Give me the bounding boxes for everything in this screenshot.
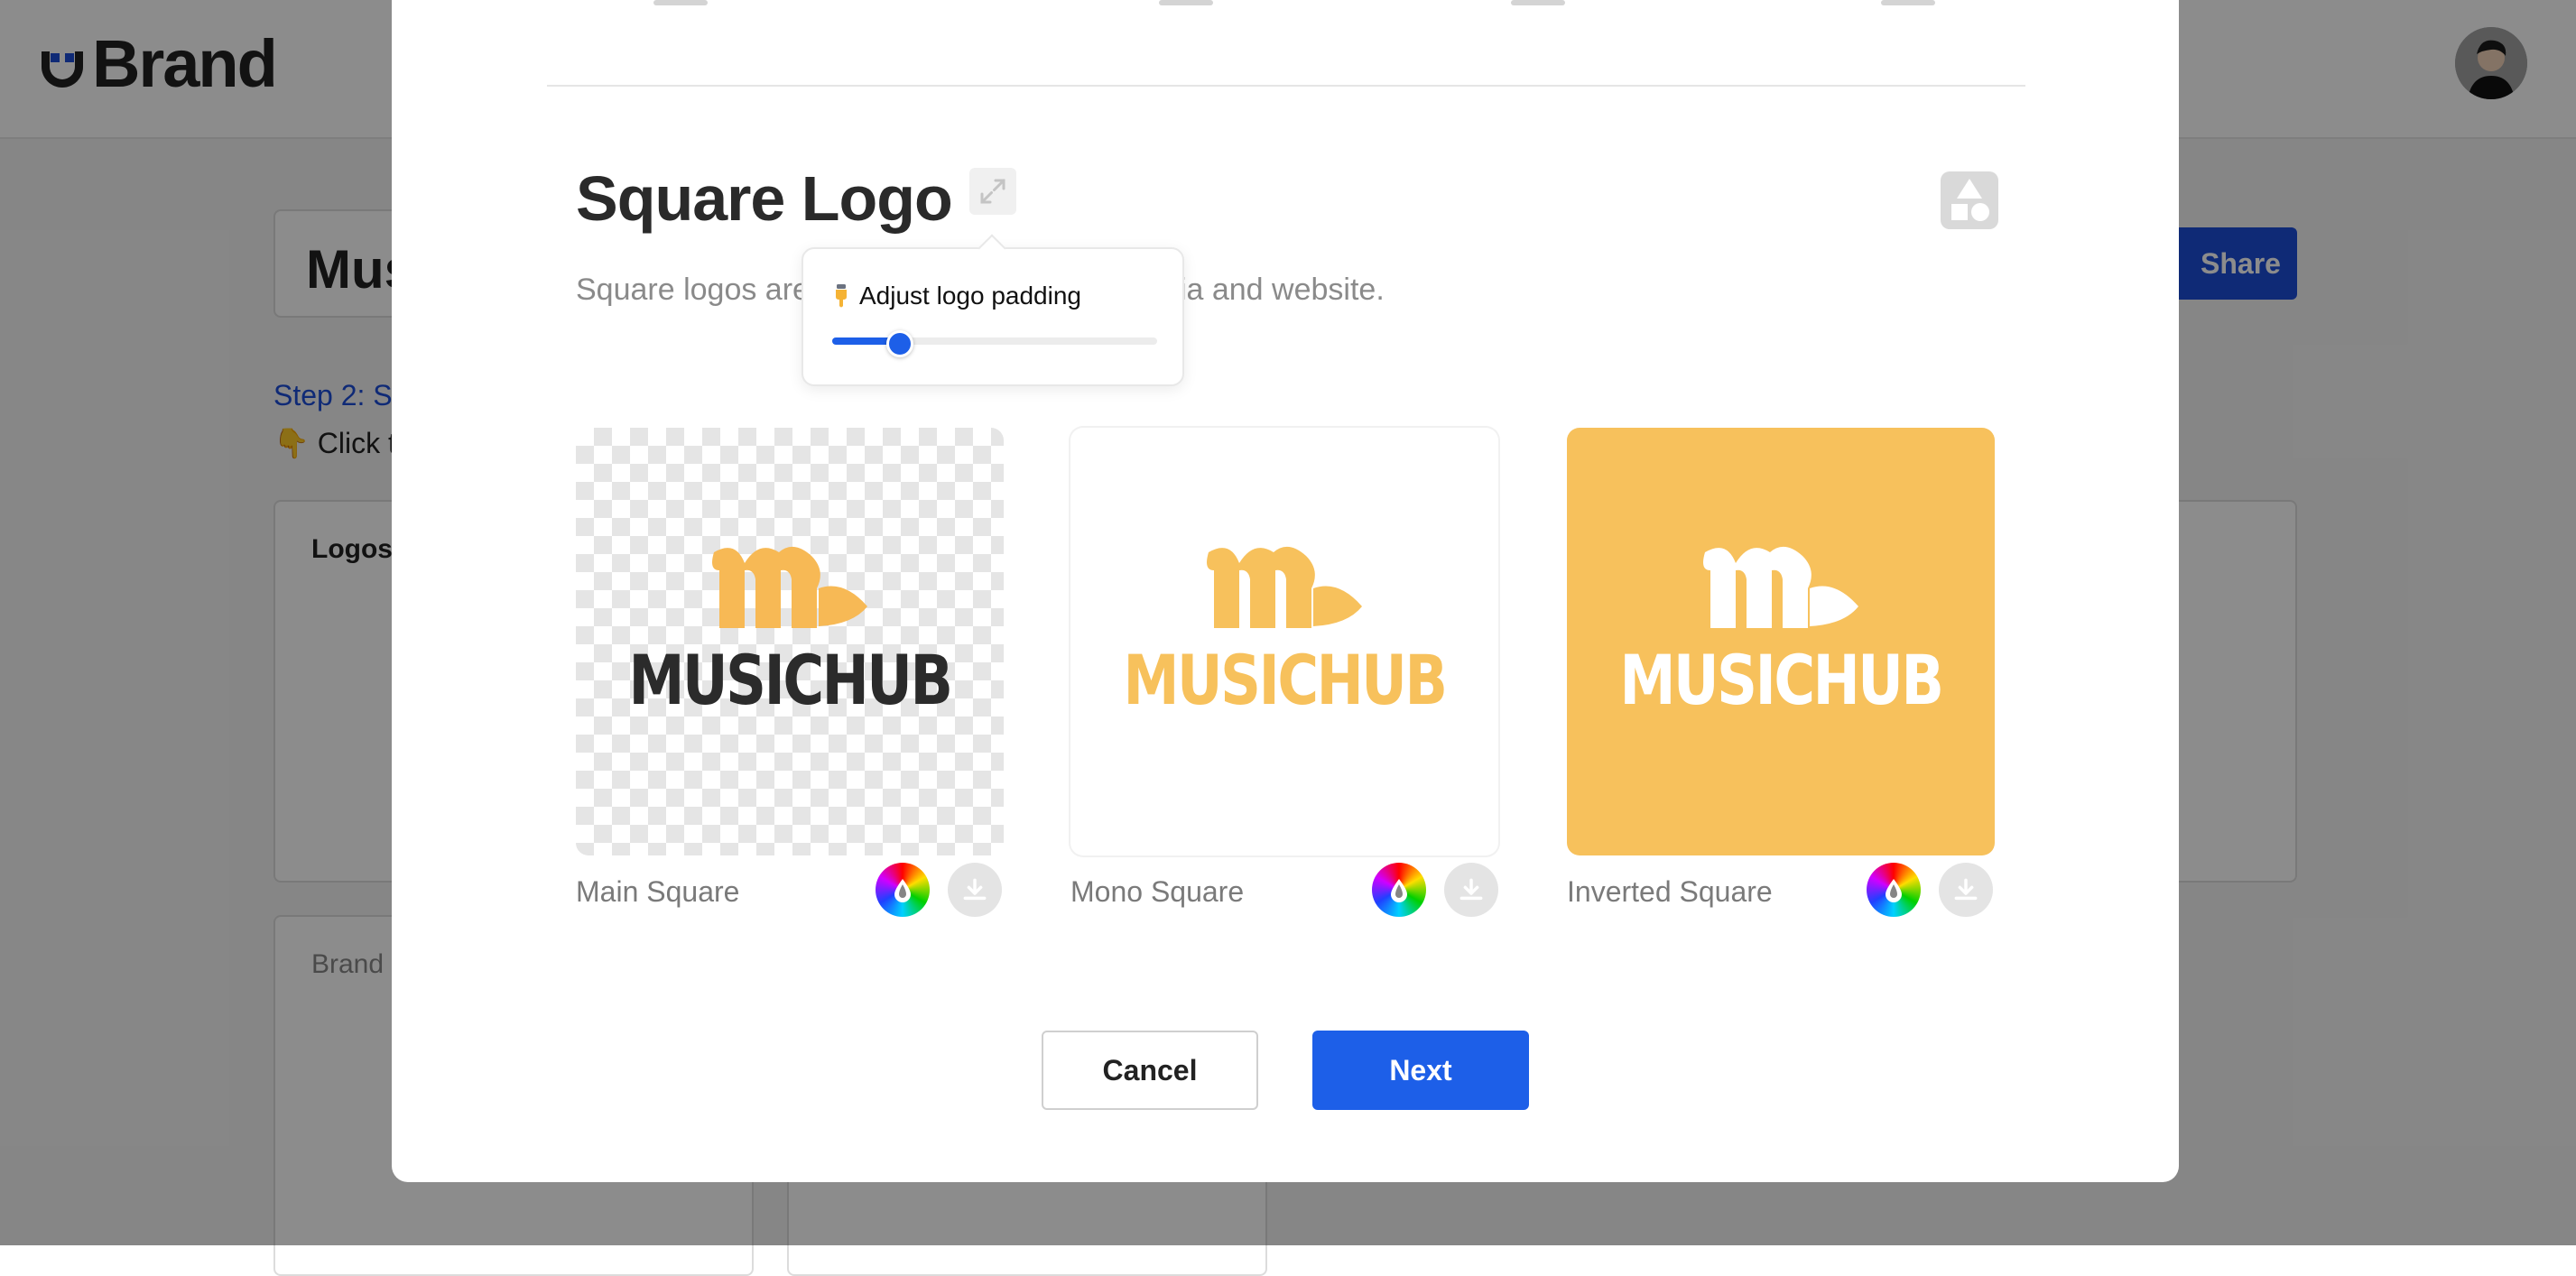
- inverted-square-preview[interactable]: MUSICHUB: [1567, 428, 1995, 855]
- download-icon: [1459, 878, 1483, 901]
- section-divider: [547, 85, 2025, 87]
- previous-section-remnant: [392, 0, 2179, 7]
- mono-square-wordmark: MUSICHUB: [1123, 640, 1447, 720]
- color-drop-icon: [1886, 879, 1902, 902]
- section-subtitle-start: Square logos are: [576, 273, 810, 307]
- section-subtitle-end: ia and website.: [1179, 273, 1385, 307]
- main-square-label: Main Square: [576, 875, 740, 908]
- square-logo-modal: Square Logo Square logos are ia and websi…: [392, 0, 2179, 1182]
- mono-square-download-button[interactable]: [1444, 863, 1498, 917]
- musichub-mark-icon: [1207, 546, 1362, 628]
- color-drop-icon: [894, 879, 911, 902]
- main-square-color-button[interactable]: [876, 863, 930, 917]
- download-icon: [1954, 878, 1978, 901]
- padding-slider[interactable]: [832, 330, 1157, 357]
- mono-square-color-button[interactable]: [1372, 863, 1426, 917]
- inverted-square-wordmark: MUSICHUB: [1619, 640, 1943, 720]
- color-drop-icon: [1391, 879, 1407, 902]
- download-icon: [963, 878, 987, 901]
- pointing-hand-icon: [834, 284, 848, 308]
- main-square-preview[interactable]: MUSICHUB: [576, 428, 1004, 855]
- logo-padding-popover: Adjust logo padding: [802, 247, 1184, 386]
- popover-label-text: Adjust logo padding: [859, 282, 1081, 310]
- expand-icon[interactable]: [969, 168, 1016, 215]
- padding-slider-handle[interactable]: [886, 330, 913, 357]
- main-square-wordmark: MUSICHUB: [628, 640, 952, 720]
- mono-square-label: Mono Square: [1070, 875, 1245, 908]
- mono-square-preview[interactable]: MUSICHUB: [1070, 428, 1498, 855]
- section-title: Square Logo: [576, 163, 953, 234]
- inverted-square-color-button[interactable]: [1867, 863, 1921, 917]
- shapes-icon[interactable]: [1941, 171, 1998, 229]
- cancel-button[interactable]: Cancel: [1042, 1031, 1258, 1110]
- popover-label: Adjust logo padding: [834, 282, 1081, 310]
- musichub-mark-icon: [712, 546, 867, 628]
- inverted-square-download-button[interactable]: [1939, 863, 1993, 917]
- musichub-mark-icon: [1703, 546, 1858, 628]
- main-square-download-button[interactable]: [948, 863, 1002, 917]
- inverted-square-label: Inverted Square: [1567, 875, 1773, 908]
- next-button[interactable]: Next: [1312, 1031, 1529, 1110]
